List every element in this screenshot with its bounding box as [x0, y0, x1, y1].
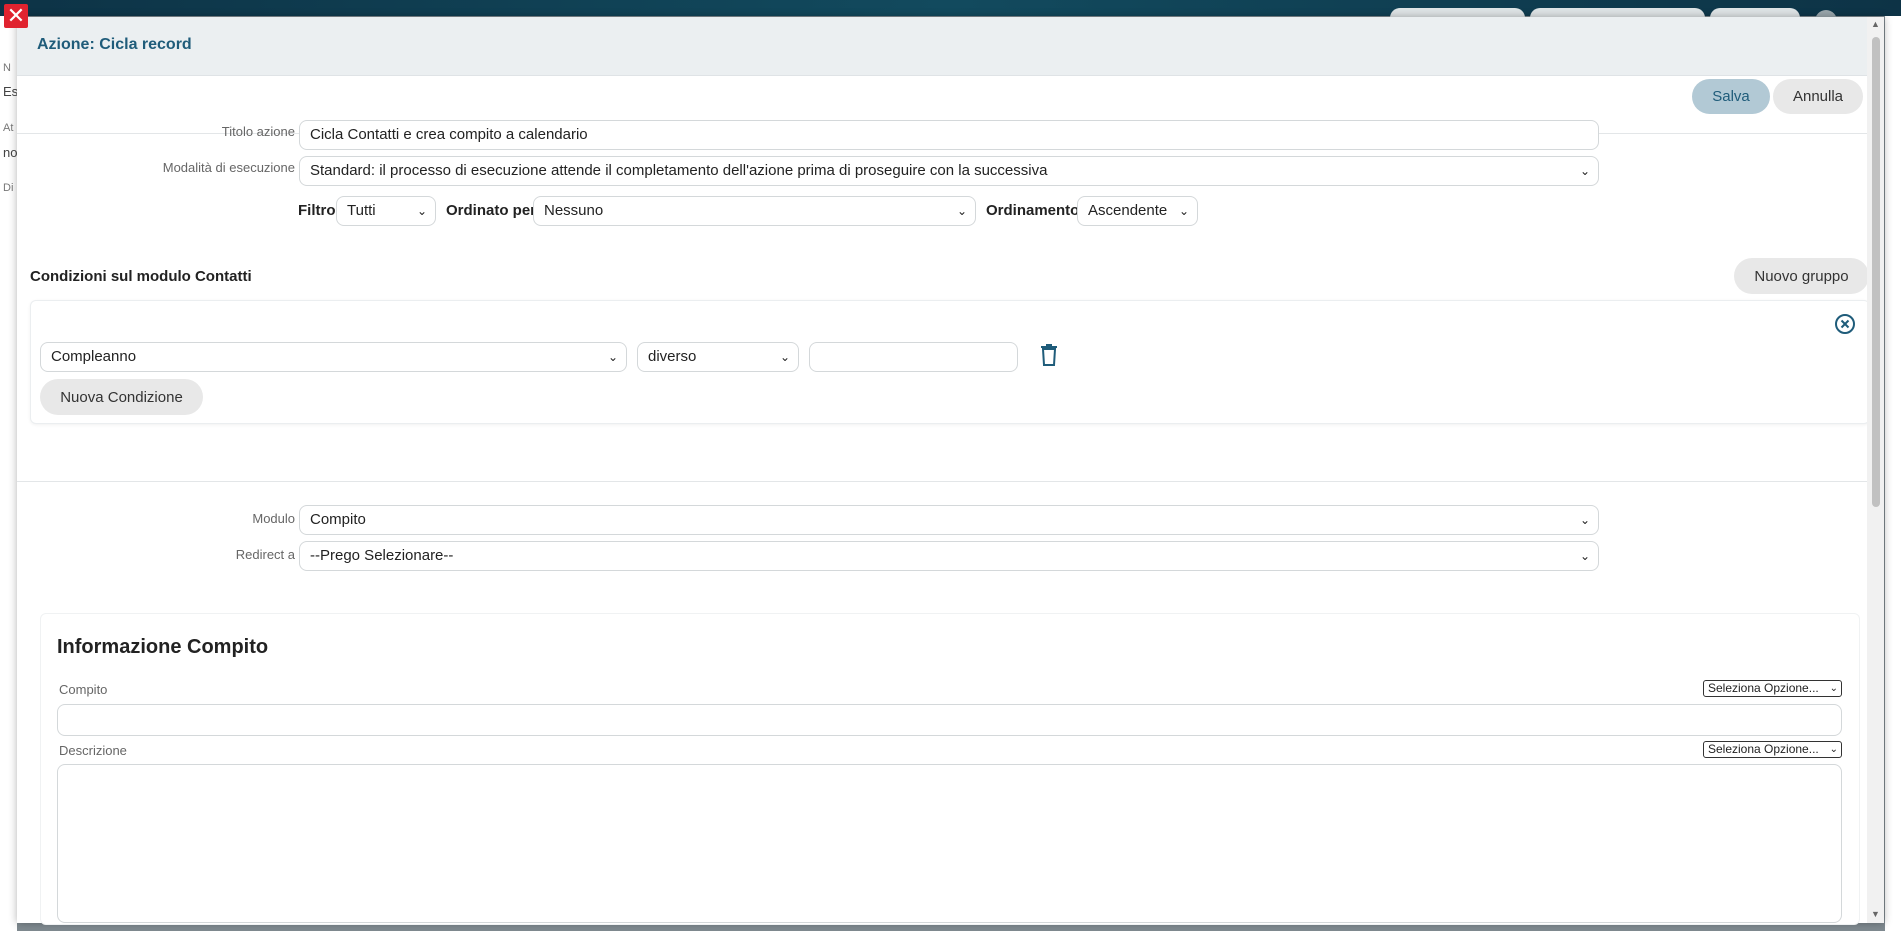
redirect-select-value: --Prego Selezionare-- [310, 547, 454, 564]
redirect-select[interactable]: --Prego Selezionare-- ⌄ [299, 541, 1599, 571]
background-text: Es [3, 84, 17, 99]
modulo-select-value: Compito [310, 511, 366, 528]
conditions-title: Condizioni sul modulo Contatti [30, 268, 252, 285]
ordinato-select[interactable]: Nessuno ⌄ [533, 196, 976, 226]
condition-field-select[interactable]: Compleanno ⌄ [40, 342, 627, 372]
ordinato-select-value: Nessuno [544, 202, 604, 219]
modulo-select[interactable]: Compito ⌄ [299, 505, 1599, 535]
titolo-input[interactable]: Cicla Contatti e crea compito a calendar… [299, 120, 1599, 150]
modulo-label: Modulo [252, 511, 295, 526]
modalita-select[interactable]: Standard: il processo di esecuzione atte… [299, 156, 1599, 186]
scroll-down-icon[interactable]: ▼ [1871, 909, 1880, 919]
ordinamento-select-value: Ascendente [1088, 202, 1168, 219]
chevron-down-icon: ⌄ [1829, 744, 1838, 755]
modalita-select-value: Standard: il processo di esecuzione atte… [310, 162, 1048, 179]
modal-header: Azione: Cicla record [17, 17, 1884, 76]
background-text: Di [3, 182, 14, 194]
filtro-select-value: Tutti [347, 202, 376, 219]
modal-scrollbar[interactable]: ▲ ▼ [1867, 17, 1884, 923]
chevron-down-icon: ⌄ [1579, 164, 1590, 178]
compito-option-value: Seleziona Opzione... [1708, 681, 1819, 695]
chevron-down-icon: ⌄ [1829, 683, 1838, 694]
scroll-up-icon[interactable]: ▲ [1871, 19, 1880, 29]
ordinato-label: Ordinato per [446, 202, 537, 219]
redirect-label: Redirect a [235, 547, 295, 562]
background-right-edge [1885, 16, 1901, 931]
new-group-button[interactable]: Nuovo gruppo [1734, 258, 1869, 294]
compito-option-select[interactable]: Seleziona Opzione... ⌄ [1703, 680, 1842, 697]
new-condition-button[interactable]: Nuova Condizione [40, 379, 203, 415]
ordinamento-label: Ordinamento [986, 202, 1080, 219]
chevron-down-icon: ⌄ [1579, 513, 1590, 527]
chevron-down-icon: ⌄ [956, 204, 967, 218]
info-title: Informazione Compito [57, 636, 269, 658]
compito-input[interactable] [57, 704, 1842, 736]
background-text: At [3, 122, 14, 134]
filtro-label: Filtro [298, 202, 336, 219]
ordinamento-select[interactable]: Ascendente ⌄ [1077, 196, 1198, 226]
filtro-select[interactable]: Tutti ⌄ [336, 196, 436, 226]
condition-field-value: Compleanno [51, 348, 137, 365]
background-text: N [3, 62, 11, 74]
trash-icon[interactable] [1040, 344, 1058, 366]
chevron-down-icon: ⌄ [607, 350, 618, 364]
save-button[interactable]: Salva [1692, 79, 1770, 114]
descrizione-option-select[interactable]: Seleziona Opzione... ⌄ [1703, 741, 1842, 758]
titolo-label: Titolo azione [221, 124, 295, 139]
descrizione-textarea[interactable] [57, 764, 1842, 923]
close-icon[interactable]: ✕ [4, 4, 28, 28]
background-text: no [3, 145, 17, 160]
condition-value-input[interactable] [809, 342, 1018, 372]
condition-operator-select[interactable]: diverso ⌄ [637, 342, 799, 372]
modal-title: Azione: Cicla record [37, 36, 192, 53]
compito-label: Compito [59, 682, 108, 697]
chevron-down-icon: ⌄ [416, 204, 427, 218]
background-sidebar: N Es At no Di [0, 16, 17, 931]
circle-x-icon[interactable] [1834, 313, 1856, 335]
descrizione-option-value: Seleziona Opzione... [1708, 742, 1819, 756]
condition-operator-value: diverso [648, 348, 697, 365]
cancel-button[interactable]: Annulla [1773, 79, 1863, 114]
chevron-down-icon: ⌄ [1579, 549, 1590, 563]
modalita-label: Modalità di esecuzione [162, 160, 295, 175]
scroll-thumb[interactable] [1872, 37, 1880, 507]
chevron-down-icon: ⌄ [779, 350, 790, 364]
section-divider [17, 481, 1884, 482]
descrizione-label: Descrizione [59, 743, 127, 758]
chevron-down-icon: ⌄ [1178, 204, 1189, 218]
